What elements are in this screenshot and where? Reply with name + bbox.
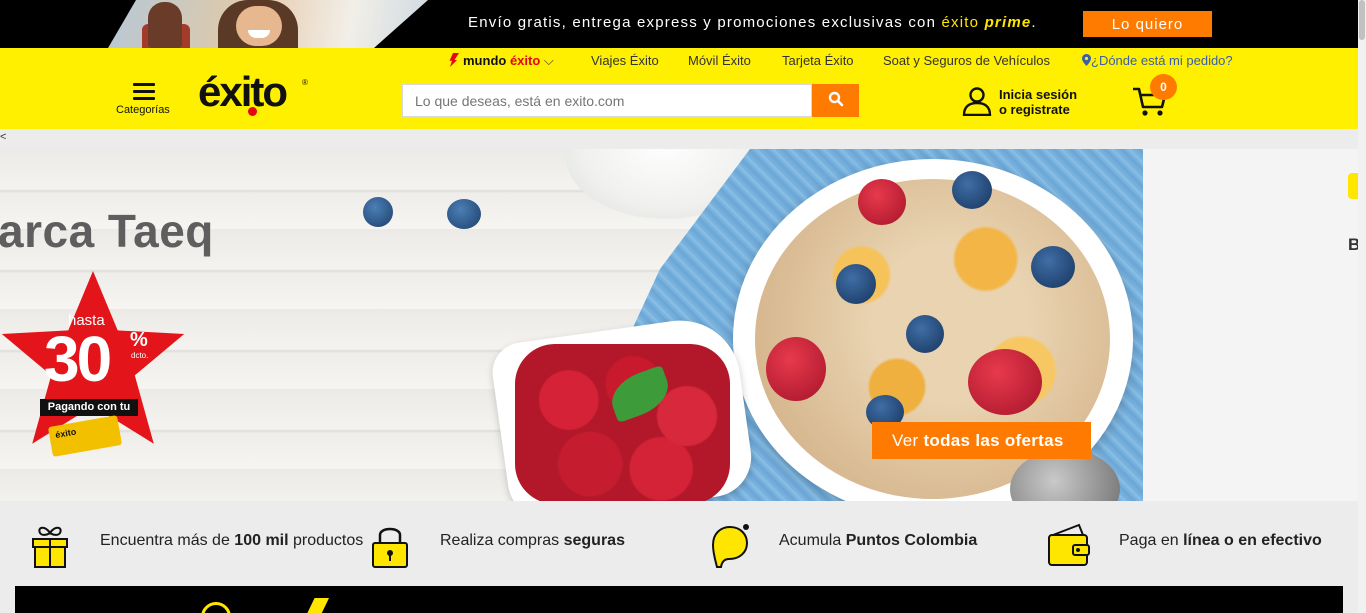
badge-dcto: dcto. — [131, 351, 149, 360]
nav-tarjeta-exito[interactable]: Tarjeta Éxito — [782, 53, 854, 68]
cart-count-badge: 0 — [1150, 74, 1177, 100]
badge-value: 30 — [44, 323, 112, 395]
registered-mark: ® — [302, 78, 308, 87]
promo-text: Envío gratis, entrega express y promocio… — [468, 14, 1037, 31]
wallet-icon — [1048, 523, 1090, 566]
hero-banner[interactable]: arca Taeq hasta 30 % dcto. Pagando con t… — [0, 149, 1143, 501]
header: mundo éxito ⌵ Viajes Éxito Móvil Éxito T… — [0, 48, 1358, 129]
feature-pago: Paga en línea o en efectivo — [1119, 532, 1322, 549]
bottom-promo-strip[interactable] — [15, 586, 1343, 613]
scrollbar-thumb[interactable] — [1359, 0, 1365, 40]
gift-box-icon — [32, 526, 68, 568]
badge-pagando: Pagando con tu — [40, 399, 138, 416]
search-icon — [828, 91, 843, 107]
nav-movil-exito[interactable]: Móvil Éxito — [688, 53, 751, 68]
next-slide-peek[interactable]: B — [1143, 149, 1360, 501]
ver-ofertas-button[interactable]: Ver todas las ofertas — [872, 422, 1091, 459]
promo-prime: prime — [984, 14, 1032, 31]
logo-dot — [248, 107, 257, 116]
promo-photo — [108, 0, 428, 48]
blueberry-image — [363, 197, 393, 227]
nav-viajes-exito[interactable]: Viajes Éxito — [591, 53, 659, 68]
feature-puntos-colombia: Acumula Puntos Colombia — [779, 532, 978, 549]
raspberries-image — [515, 344, 730, 501]
exito-logo[interactable]: éxito — [198, 68, 288, 116]
donde-esta-mi-pedido-link[interactable]: ¿Dónde está mi pedido? — [1082, 53, 1233, 68]
badge-percent: % — [130, 329, 148, 351]
bolt-icon — [449, 53, 459, 67]
blueberry-image — [447, 199, 481, 229]
nav-soat-seguros[interactable]: Soat y Seguros de Vehículos — [883, 53, 1050, 68]
search-button[interactable] — [812, 84, 859, 117]
banner-headline: arca Taeq — [0, 205, 214, 257]
carousel-prev-button[interactable]: < — [0, 131, 6, 143]
scrollbar[interactable] — [1358, 0, 1366, 613]
lo-quiero-button[interactable]: Lo quiero — [1083, 11, 1212, 37]
mundo-exito-menu[interactable]: mundo éxito ⌵ — [449, 53, 554, 69]
padlock-icon — [372, 527, 408, 568]
feature-productos: Encuentra más de 100 mil productos — [100, 532, 364, 549]
promo-brand: éxito — [941, 14, 980, 31]
search-input[interactable] — [402, 84, 812, 117]
promo-bar[interactable]: Envío gratis, entrega express y promocio… — [0, 0, 1358, 48]
location-pin-icon — [1082, 54, 1091, 66]
feature-compras-seguras: Realiza compras seguras — [440, 532, 625, 549]
puntos-colombia-icon — [711, 524, 749, 568]
features-bar: Encuentra más de 100 mil productos Reali… — [0, 501, 1358, 586]
categorias-label[interactable]: Categorías — [116, 104, 170, 116]
page: Envío gratis, entrega express y promocio… — [0, 0, 1366, 613]
user-icon[interactable] — [962, 86, 992, 116]
login-link[interactable]: Inicia sesión o registrate — [999, 87, 1077, 117]
menu-icon[interactable] — [133, 83, 155, 101]
